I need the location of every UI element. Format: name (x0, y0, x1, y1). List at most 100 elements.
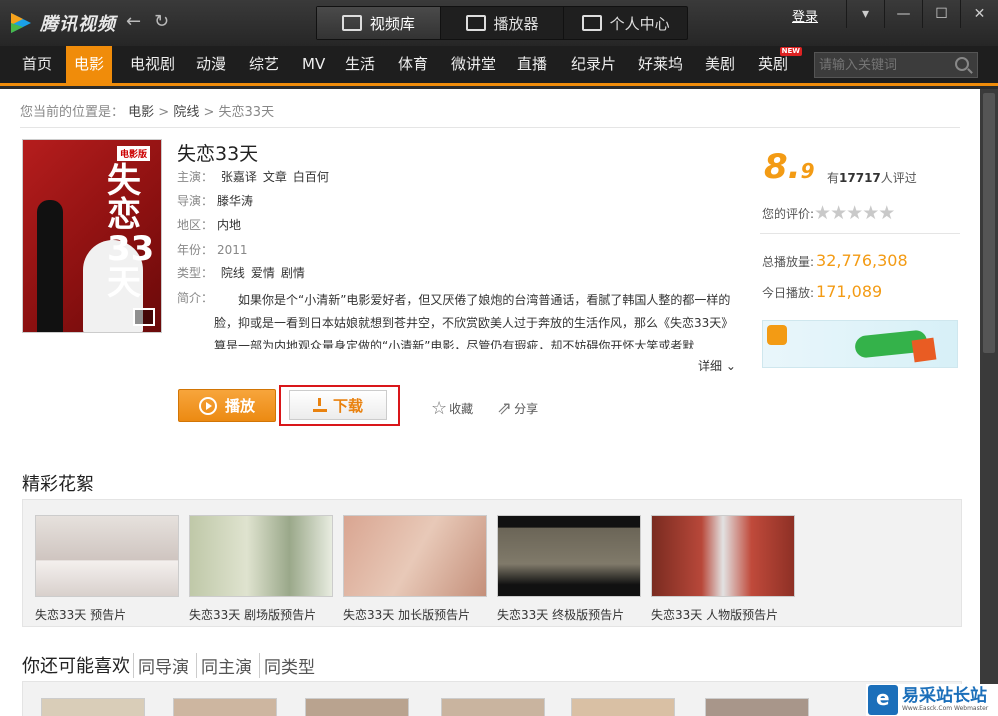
play-button[interactable]: 播放 (178, 389, 276, 422)
tab-label: 播放器 (493, 14, 539, 33)
genre-link[interactable]: 院线 (221, 266, 245, 280)
ad-graphic (911, 337, 937, 363)
scrollbar[interactable] (980, 89, 998, 716)
clip-item[interactable]: 失恋33天 预告片 (35, 515, 179, 623)
tab-player[interactable]: 播放器 (441, 7, 565, 39)
nav-item-us-drama[interactable]: 美剧 (697, 46, 743, 83)
clip-thumbnail[interactable] (189, 515, 333, 597)
tab-video-library[interactable]: 视频库 (317, 7, 441, 39)
chevron-down-icon: ⌄ (725, 359, 736, 373)
total-plays-label: 总播放量: (762, 255, 815, 269)
genre-link[interactable]: 爱情 (251, 266, 275, 280)
nav-item-live[interactable]: 直播 (509, 46, 555, 83)
synopsis-label: 简介： (177, 291, 214, 305)
clip-caption[interactable]: 失恋33天 预告片 (35, 606, 179, 623)
recommend-thumbnail[interactable] (41, 698, 145, 716)
nav-item-home[interactable]: 首页 (14, 46, 60, 83)
clip-thumbnail[interactable] (497, 515, 641, 597)
app-logo[interactable]: 腾讯视频 (8, 10, 116, 36)
nav-item-uk-drama[interactable]: 英剧 NEW (750, 46, 803, 83)
rating-star-icon[interactable]: ★ (830, 202, 847, 224)
nav-item-variety[interactable]: 综艺 (241, 46, 287, 83)
recommend-thumbnail[interactable] (441, 698, 545, 716)
rating-star-icon[interactable]: ★ (814, 202, 831, 224)
cast-link[interactable]: 张嘉译 (221, 170, 257, 184)
search-icon[interactable] (955, 57, 969, 71)
clip-item[interactable]: 失恋33天 加长版预告片 (343, 515, 487, 623)
region-label: 地区： (177, 218, 214, 232)
today-plays-label: 今日播放: (762, 286, 815, 300)
highlights-strip: 失恋33天 预告片 失恋33天 剧场版预告片 失恋33天 加长版预告片 失恋33… (22, 499, 962, 627)
nav-item-hollywood[interactable]: 好莱坞 (630, 46, 691, 83)
director-link[interactable]: 滕华涛 (217, 194, 253, 208)
back-icon[interactable]: ← (126, 11, 141, 32)
nav-item-anime[interactable]: 动漫 (188, 46, 234, 83)
synopsis-text: 如果你是个“小清新”电影爱好者，但又厌倦了娘炮的台湾普通话，看腻了韩国人整的都一… (214, 293, 734, 349)
region-link[interactable]: 内地 (217, 218, 241, 232)
clip-caption[interactable]: 失恋33天 加长版预告片 (343, 606, 487, 623)
clip-item[interactable]: 失恋33天 终极版预告片 (497, 515, 641, 623)
nav-item-sports[interactable]: 体育 (390, 46, 436, 83)
nav-item-lectures[interactable]: 微讲堂 (443, 46, 504, 83)
favorite-button[interactable]: ☆ 收藏 (431, 398, 473, 419)
tab-same-cast[interactable]: 同主演 (196, 652, 256, 678)
main-tabs: 视频库 播放器 个人中心 (316, 6, 688, 40)
recommend-thumbnail[interactable] (705, 698, 809, 716)
share-button[interactable]: ⇗ 分享 (497, 398, 538, 419)
clip-thumbnail[interactable] (343, 515, 487, 597)
detail-link[interactable]: 详细 ⌄ (698, 357, 736, 374)
ad-logo-icon (767, 325, 787, 345)
breadcrumb-cinema[interactable]: 院线 (173, 105, 199, 120)
nav-item-tv[interactable]: 电视剧 (122, 46, 183, 83)
cast-link[interactable]: 文章 (263, 170, 287, 184)
breadcrumb-movie[interactable]: 电影 (128, 105, 154, 120)
clip-caption[interactable]: 失恋33天 剧场版预告片 (189, 606, 333, 623)
recommend-thumbnail[interactable] (173, 698, 277, 716)
clip-caption[interactable]: 失恋33天 人物版预告片 (651, 606, 795, 623)
screen-icon[interactable] (133, 308, 155, 326)
recommend-thumbnail[interactable] (305, 698, 409, 716)
tab-same-director[interactable]: 同导演 (133, 652, 193, 678)
breadcrumb-prefix: 您当前的位置是： (20, 105, 125, 120)
play-icon (465, 15, 486, 31)
tab-personal-center[interactable]: 个人中心 (564, 7, 687, 39)
minimize-button[interactable]: — (884, 0, 922, 28)
menu-button[interactable]: ▾ (846, 0, 884, 28)
tencent-video-logo-icon (11, 13, 31, 33)
recommend-thumbnail[interactable] (571, 698, 675, 716)
favorite-label: 收藏 (449, 402, 474, 416)
nav-item-mv[interactable]: MV (294, 46, 333, 83)
divider (20, 127, 960, 128)
recommend-title: 你还可能喜欢 (22, 656, 130, 677)
nav-item-life[interactable]: 生活 (337, 46, 383, 83)
clip-thumbnail[interactable] (35, 515, 179, 597)
nav-item-documentary[interactable]: 纪录片 (563, 46, 624, 83)
nav-item-movie[interactable]: 电影 (66, 46, 113, 83)
download-button[interactable]: 下载 (289, 390, 387, 420)
tab-same-genre[interactable]: 同类型 (259, 652, 319, 678)
clip-caption[interactable]: 失恋33天 终极版预告片 (497, 606, 641, 623)
ad-banner[interactable] (762, 320, 958, 368)
year-label: 年份： (177, 243, 214, 257)
my-rating: 您的评价: ★ ★ ★ ★ ★ (762, 202, 895, 224)
search-input[interactable] (815, 53, 945, 77)
movie-poster[interactable]: 电影版 失恋33天 (22, 139, 162, 333)
refresh-icon[interactable]: ↻ (154, 11, 169, 32)
rating-star-icon[interactable]: ★ (862, 202, 879, 224)
clip-item[interactable]: 失恋33天 剧场版预告片 (189, 515, 333, 623)
genre-link[interactable]: 剧情 (281, 266, 305, 280)
cast-link[interactable]: 白百何 (293, 170, 329, 184)
maximize-button[interactable]: ☐ (922, 0, 960, 28)
clip-item[interactable]: 失恋33天 人物版预告片 (651, 515, 795, 623)
region-row: 地区： 内地 (177, 216, 247, 233)
rating-star-icon[interactable]: ★ (878, 202, 895, 224)
clip-thumbnail[interactable] (651, 515, 795, 597)
scroll-thumb[interactable] (983, 93, 995, 353)
watermark-name: 易采站长站 (902, 686, 987, 706)
rating-star-icon[interactable]: ★ (846, 202, 863, 224)
close-button[interactable]: ✕ (960, 0, 998, 28)
score-integer: 8. (764, 147, 801, 187)
login-link[interactable]: 登录 (792, 6, 818, 25)
genre-row: 类型： 院线 爱情 剧情 (177, 264, 311, 281)
cast-row: 主演： 张嘉译 文章 白百何 (177, 168, 335, 185)
